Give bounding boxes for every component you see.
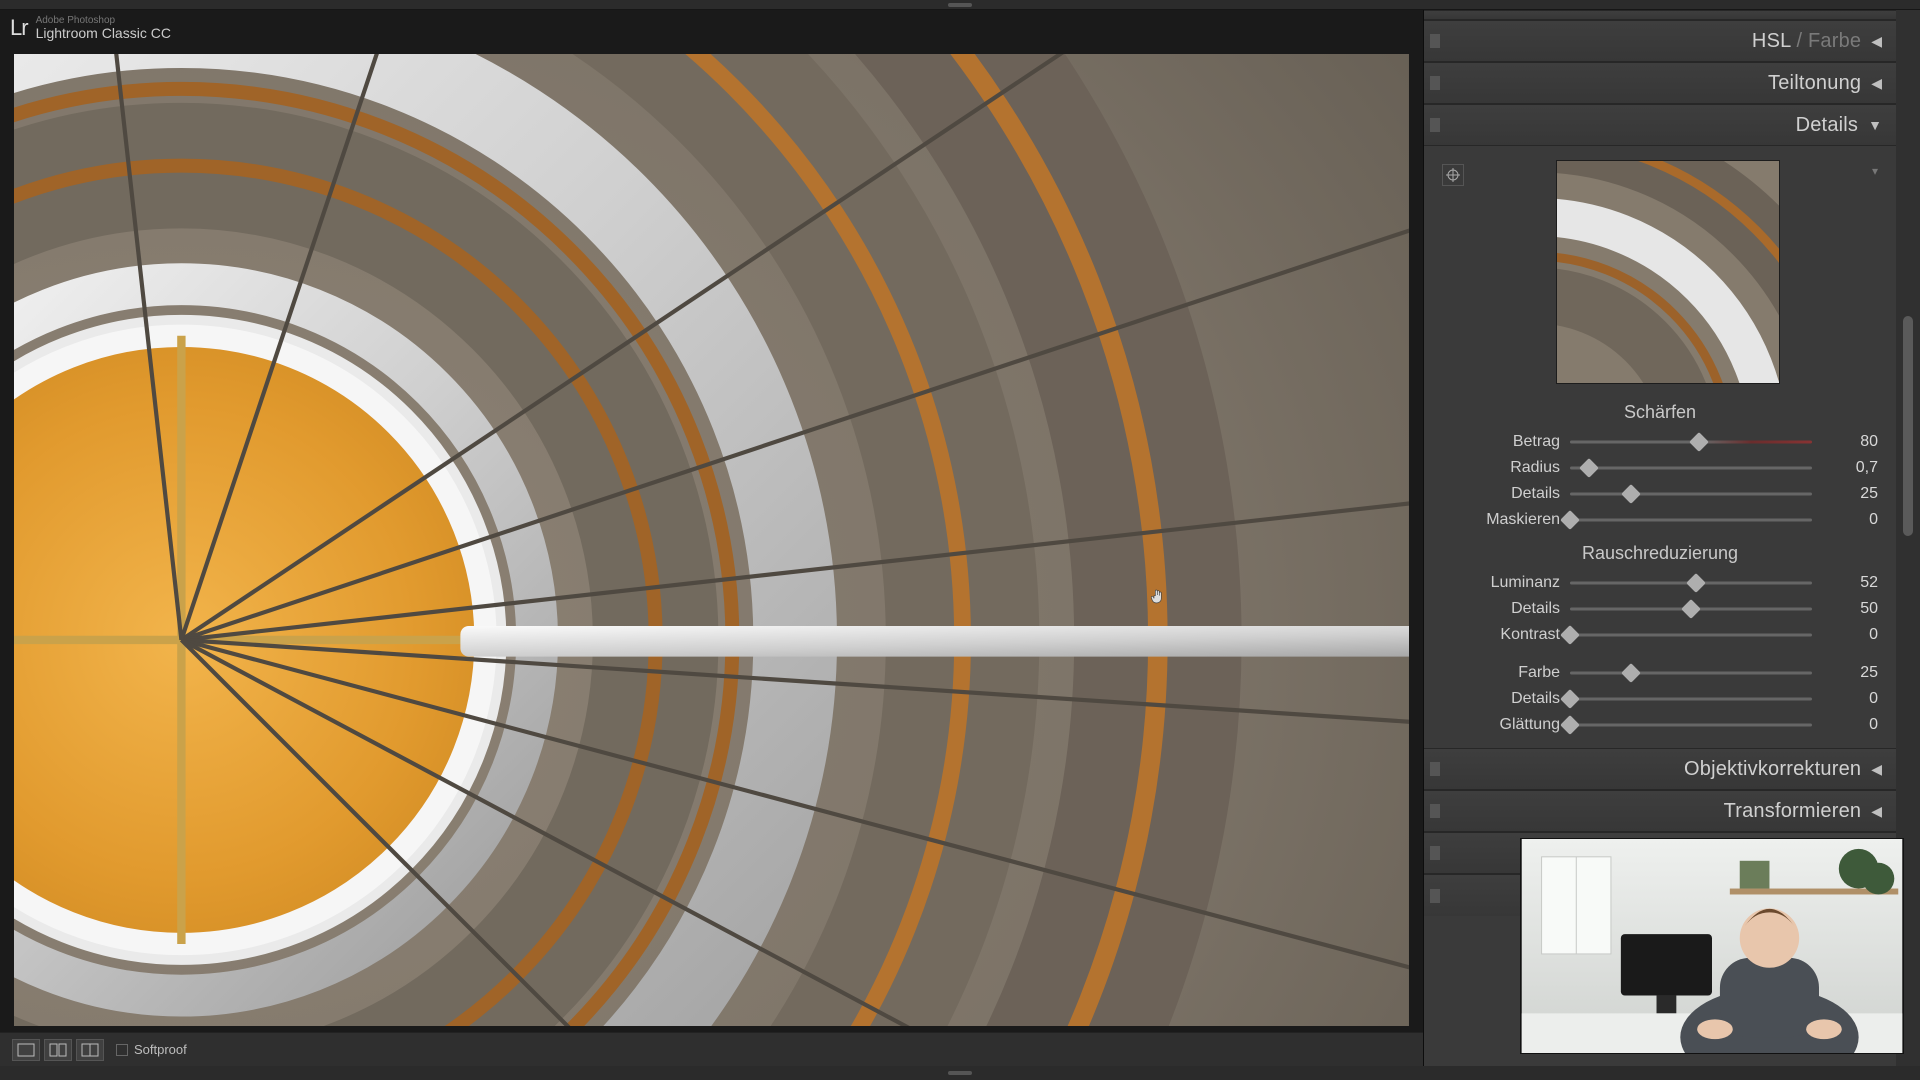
slider-value[interactable]: 25 (1822, 485, 1878, 503)
view-single-button[interactable] (12, 1039, 40, 1061)
sharpen-radius-slider[interactable]: Radius 0,7 (1442, 455, 1878, 481)
hsl-label: HSL (1752, 30, 1791, 52)
panel-toggle-switch[interactable] (1430, 76, 1440, 90)
view-split-button[interactable] (44, 1039, 72, 1061)
slider-label: Luminanz (1442, 574, 1560, 592)
transform-label: Transformieren (1724, 800, 1862, 823)
panel-details-header[interactable]: Details ▼ (1424, 104, 1896, 146)
softproof-label: Softproof (134, 1042, 187, 1057)
slider-value[interactable]: 52 (1822, 574, 1878, 592)
sharpen-detail-slider[interactable]: Details 25 (1442, 481, 1878, 507)
panel-transform-header[interactable]: Transformieren ◀ (1424, 790, 1896, 832)
slider-value[interactable]: 80 (1822, 433, 1878, 451)
collapse-icon: ◀ (1871, 803, 1882, 820)
panel-tonecurve-edge[interactable] (1424, 10, 1896, 20)
panel-details-body: ▾ Schärfen Betrag 80 Radius 0,7 (1424, 146, 1896, 748)
image-canvas[interactable] (14, 54, 1409, 1026)
farbe-label: Farbe (1808, 30, 1861, 52)
slider-label: Radius (1442, 459, 1560, 477)
slider-value[interactable]: 0 (1822, 511, 1878, 529)
hsl-sep: / (1791, 30, 1808, 52)
collapse-icon: ◀ (1871, 75, 1882, 92)
panel-hsl-header[interactable]: HSL / Farbe ◀ (1424, 20, 1896, 62)
collapse-icon: ◀ (1871, 33, 1882, 50)
top-grip[interactable] (0, 0, 1920, 10)
app-logo: Lr (10, 15, 28, 41)
slider-label: Maskieren (1442, 511, 1560, 529)
collapse-icon: ◀ (1871, 761, 1882, 778)
noise-luminance-slider[interactable]: Luminanz 52 (1442, 570, 1878, 596)
sharpen-amount-slider[interactable]: Betrag 80 (1442, 429, 1878, 455)
lens-label: Objektivkorrekturen (1684, 758, 1861, 781)
develop-right-panel: HSL / Farbe ◀ Teiltonung ◀ Details ▼ (1424, 10, 1920, 1066)
panel-splittoning-header[interactable]: Teiltonung ◀ (1424, 62, 1896, 104)
presenter-webcam (1520, 838, 1904, 1054)
canvas-column: Lr Adobe Photoshop Lightroom Classic CC (0, 10, 1424, 1066)
crosshair-icon (1446, 168, 1460, 182)
panel-toggle-switch[interactable] (1430, 762, 1440, 776)
scrollbar-thumb[interactable] (1903, 316, 1913, 536)
preview-options-caret[interactable]: ▾ (1872, 164, 1878, 178)
noise-title: Rauschreduzierung (1442, 543, 1878, 564)
slider-value[interactable]: 0,7 (1822, 459, 1878, 477)
noise-color-slider[interactable]: Farbe 25 (1442, 660, 1878, 686)
panel-toggle-switch[interactable] (1430, 118, 1440, 132)
app-brand: Lr Adobe Photoshop Lightroom Classic CC (0, 10, 1423, 46)
detail-target-tool[interactable] (1442, 164, 1464, 186)
slider-value[interactable]: 0 (1822, 626, 1878, 644)
slider-value[interactable]: 25 (1822, 664, 1878, 682)
panel-toggle-switch[interactable] (1430, 846, 1440, 860)
detail-preview[interactable] (1556, 160, 1780, 384)
slider-label: Farbe (1442, 664, 1560, 682)
expand-icon: ▼ (1868, 117, 1882, 133)
noise-smooth-slider[interactable]: Glättung 0 (1442, 712, 1878, 738)
slider-value[interactable]: 50 (1822, 600, 1878, 618)
noise-cdetail-slider[interactable]: Details 0 (1442, 686, 1878, 712)
panel-toggle-switch[interactable] (1430, 889, 1440, 903)
noise-contrast-slider[interactable]: Kontrast 0 (1442, 622, 1878, 648)
photo-preview (14, 54, 1409, 1026)
bottom-grip[interactable] (0, 1066, 1920, 1080)
view-compare-button[interactable] (76, 1039, 104, 1061)
slider-label: Kontrast (1442, 626, 1560, 644)
slider-label: Details (1442, 600, 1560, 618)
brand-name: Lightroom Classic CC (36, 26, 171, 40)
noise-ldetail-slider[interactable]: Details 50 (1442, 596, 1878, 622)
canvas-bottombar: Softproof (0, 1032, 1423, 1066)
view-mode-group (12, 1039, 104, 1061)
slider-value[interactable]: 0 (1822, 716, 1878, 734)
details-label: Details (1796, 114, 1859, 137)
slider-label: Betrag (1442, 433, 1560, 451)
softproof-checkbox[interactable] (116, 1044, 128, 1056)
slider-label: Details (1442, 485, 1560, 503)
slider-label: Details (1442, 690, 1560, 708)
softproof-toggle[interactable]: Softproof (116, 1042, 187, 1057)
panel-toggle-switch[interactable] (1430, 804, 1440, 818)
sharpen-mask-slider[interactable]: Maskieren 0 (1442, 507, 1878, 533)
slider-label: Glättung (1442, 716, 1560, 734)
slider-value[interactable]: 0 (1822, 690, 1878, 708)
panel-lens-header[interactable]: Objektivkorrekturen ◀ (1424, 748, 1896, 790)
panel-toggle-switch[interactable] (1430, 34, 1440, 48)
splittoning-label: Teiltonung (1768, 72, 1861, 95)
sharpen-title: Schärfen (1442, 402, 1878, 423)
hand-cursor-icon (1151, 589, 1165, 605)
